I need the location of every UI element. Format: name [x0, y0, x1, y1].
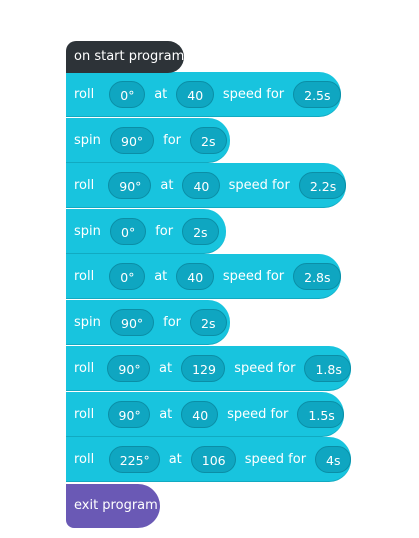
roll-block[interactable]: roll 90° at 40 speed for 2.2s: [66, 163, 346, 208]
spin-block[interactable]: spin 90° for 2s: [66, 118, 230, 163]
roll-block[interactable]: roll 90° at 40 speed for 1.5s: [66, 392, 344, 437]
for-label: for: [155, 223, 174, 239]
speed-for-label: speed for: [228, 177, 290, 193]
roll-keyword: roll: [74, 360, 95, 376]
roll-angle-input[interactable]: 225°: [108, 445, 160, 473]
exit-program-label: exit program: [74, 498, 158, 513]
speed-for-label: speed for: [227, 406, 289, 422]
roll-duration-input[interactable]: 2.2s: [298, 171, 346, 199]
roll-block[interactable]: roll 225° at 106 speed for 4s: [66, 437, 351, 482]
spin-duration-input[interactable]: 2s: [190, 308, 227, 336]
spin-block[interactable]: spin 0° for 2s: [66, 209, 226, 254]
roll-angle-input[interactable]: 0°: [109, 262, 146, 290]
spin-block[interactable]: spin 90° for 2s: [66, 300, 230, 345]
spin-duration-input[interactable]: 2s: [182, 217, 219, 245]
speed-for-label: speed for: [244, 451, 307, 467]
roll-angle-input[interactable]: 90°: [108, 171, 152, 199]
roll-block[interactable]: roll 0° at 40 speed for 2.8s: [66, 254, 341, 299]
roll-block[interactable]: roll 90° at 129 speed for 1.8s: [66, 346, 351, 391]
spin-angle-input[interactable]: 90°: [110, 308, 155, 336]
roll-speed-input[interactable]: 106: [190, 445, 236, 473]
roll-block[interactable]: roll 0° at 40 speed for 2.5s: [66, 72, 341, 117]
roll-speed-input[interactable]: 40: [176, 262, 214, 290]
roll-duration-input[interactable]: 2.5s: [293, 80, 341, 108]
roll-angle-input[interactable]: 90°: [107, 400, 151, 428]
at-label: at: [158, 360, 173, 376]
for-label: for: [163, 314, 182, 330]
spin-keyword: spin: [74, 314, 101, 330]
roll-angle-input[interactable]: 0°: [109, 80, 146, 108]
spin-keyword: spin: [74, 132, 101, 148]
at-label: at: [154, 86, 168, 102]
roll-duration-input[interactable]: 1.5s: [297, 400, 344, 428]
roll-speed-input[interactable]: 129: [181, 354, 226, 382]
roll-speed-input[interactable]: 40: [181, 400, 219, 428]
on-start-program-block[interactable]: on start program: [66, 41, 184, 73]
on-start-program-label: on start program: [74, 49, 185, 64]
spin-duration-input[interactable]: 2s: [190, 126, 227, 154]
roll-duration-input[interactable]: 1.8s: [304, 354, 351, 382]
roll-duration-input[interactable]: 4s: [315, 445, 351, 473]
roll-keyword: roll: [74, 177, 95, 193]
at-label: at: [160, 177, 174, 193]
roll-duration-input[interactable]: 2.8s: [293, 262, 341, 290]
roll-keyword: roll: [74, 406, 95, 422]
at-label: at: [159, 406, 173, 422]
for-label: for: [163, 132, 182, 148]
roll-keyword: roll: [74, 268, 95, 284]
roll-speed-input[interactable]: 40: [182, 171, 220, 199]
spin-keyword: spin: [74, 223, 101, 239]
roll-angle-input[interactable]: 90°: [107, 354, 150, 382]
roll-keyword: roll: [74, 451, 95, 467]
exit-program-block[interactable]: exit program: [66, 484, 160, 528]
speed-for-label: speed for: [222, 86, 285, 102]
spin-angle-input[interactable]: 0°: [110, 217, 147, 245]
spin-angle-input[interactable]: 90°: [110, 126, 155, 154]
roll-keyword: roll: [74, 86, 95, 102]
speed-for-label: speed for: [234, 360, 296, 376]
roll-speed-input[interactable]: 40: [176, 80, 214, 108]
at-label: at: [154, 268, 168, 284]
at-label: at: [168, 451, 182, 467]
speed-for-label: speed for: [222, 268, 285, 284]
